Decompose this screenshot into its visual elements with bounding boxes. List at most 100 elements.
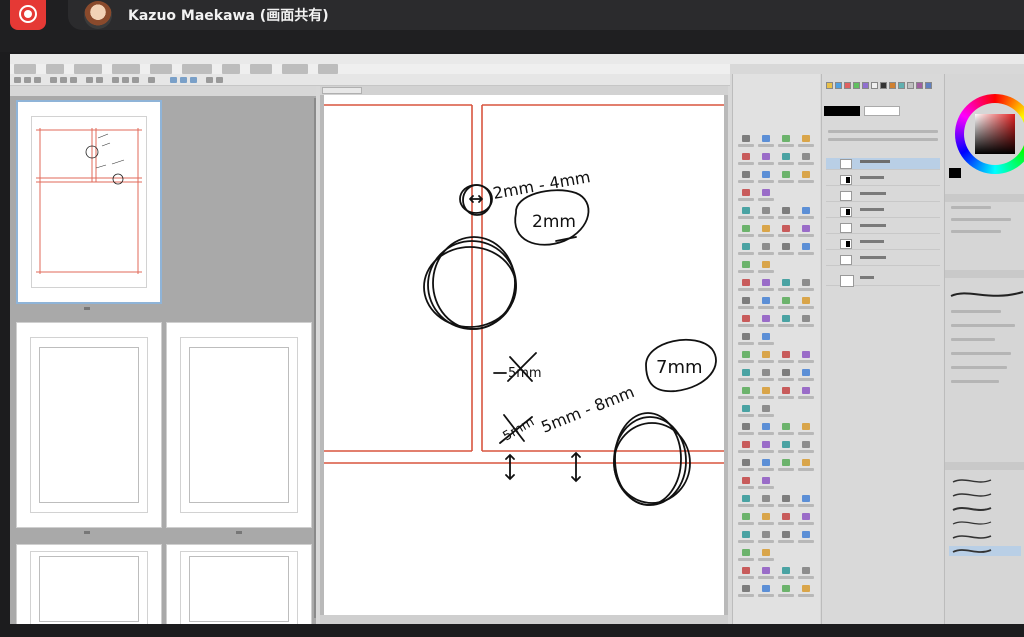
tool-button[interactable] bbox=[797, 440, 815, 456]
current-color-swatch[interactable] bbox=[949, 168, 961, 178]
tool-button[interactable] bbox=[777, 152, 795, 168]
tool-button[interactable] bbox=[757, 350, 775, 366]
tool-button[interactable] bbox=[777, 242, 795, 258]
tool-button[interactable] bbox=[777, 494, 795, 510]
layer-row[interactable] bbox=[826, 254, 940, 266]
toolbar-icon[interactable] bbox=[206, 77, 213, 83]
toolbar-icon[interactable] bbox=[14, 77, 21, 83]
toolbar-icon[interactable] bbox=[70, 77, 77, 83]
tool-button[interactable] bbox=[797, 530, 815, 546]
tool-button[interactable] bbox=[757, 224, 775, 240]
layer-row[interactable] bbox=[826, 222, 940, 234]
page-manager-scrollbar[interactable] bbox=[314, 98, 316, 618]
tool-button[interactable] bbox=[797, 422, 815, 438]
color-set-icon[interactable] bbox=[898, 82, 905, 89]
tool-button[interactable] bbox=[777, 368, 795, 384]
tool-button[interactable] bbox=[777, 512, 795, 528]
color-set-icon[interactable] bbox=[889, 82, 896, 89]
color-set-icon[interactable] bbox=[880, 82, 887, 89]
tool-button[interactable] bbox=[757, 368, 775, 384]
tool-button[interactable] bbox=[777, 350, 795, 366]
toolbar-icon[interactable] bbox=[86, 77, 93, 83]
tool-button[interactable] bbox=[757, 152, 775, 168]
toolbar-icon[interactable] bbox=[24, 77, 31, 83]
toolbar-icon[interactable] bbox=[112, 77, 119, 83]
menu-item[interactable] bbox=[112, 64, 140, 74]
color-set-icon[interactable] bbox=[925, 82, 932, 89]
tool-button[interactable] bbox=[737, 332, 755, 348]
menu-item[interactable] bbox=[74, 64, 102, 74]
tool-button[interactable] bbox=[797, 368, 815, 384]
tool-button[interactable] bbox=[757, 566, 775, 582]
menu-item[interactable] bbox=[222, 64, 240, 74]
tool-button[interactable] bbox=[737, 242, 755, 258]
tool-button[interactable] bbox=[757, 476, 775, 492]
property-row[interactable] bbox=[951, 206, 991, 209]
layer-row[interactable] bbox=[826, 274, 940, 287]
main-color-swatch[interactable] bbox=[824, 106, 860, 116]
tool-button[interactable] bbox=[737, 422, 755, 438]
layer-row[interactable] bbox=[826, 190, 940, 202]
tool-button[interactable] bbox=[737, 548, 755, 564]
tool-button[interactable] bbox=[757, 278, 775, 294]
layer-opacity-control[interactable] bbox=[828, 138, 938, 141]
tool-button[interactable] bbox=[737, 386, 755, 402]
toolbar-icon[interactable] bbox=[148, 77, 155, 83]
tool-button[interactable] bbox=[737, 584, 755, 600]
tool-button[interactable] bbox=[797, 584, 815, 600]
tool-button[interactable] bbox=[737, 170, 755, 186]
tool-button[interactable] bbox=[797, 350, 815, 366]
property-row[interactable] bbox=[951, 338, 995, 341]
tool-button[interactable] bbox=[777, 530, 795, 546]
page-thumbnail[interactable] bbox=[16, 100, 162, 304]
toolbar-icon[interactable] bbox=[216, 77, 223, 83]
saturation-square[interactable] bbox=[975, 114, 1015, 154]
tool-button[interactable] bbox=[797, 278, 815, 294]
page-manager-tab[interactable] bbox=[10, 86, 316, 96]
tool-button[interactable] bbox=[737, 350, 755, 366]
tool-button[interactable] bbox=[757, 134, 775, 150]
toolbar-icon[interactable] bbox=[50, 77, 57, 83]
page-thumbnail[interactable] bbox=[16, 322, 162, 528]
drawing-canvas[interactable]: 2mm - 4mm 2mm 5mm 5mm 5mm - 8mm 7mm bbox=[324, 95, 724, 615]
tool-button[interactable] bbox=[737, 152, 755, 168]
tool-button[interactable] bbox=[757, 422, 775, 438]
property-row[interactable] bbox=[951, 310, 1001, 313]
tool-button[interactable] bbox=[757, 242, 775, 258]
tool-button[interactable] bbox=[777, 584, 795, 600]
layer-blend-control[interactable] bbox=[828, 130, 938, 133]
tool-button[interactable] bbox=[777, 224, 795, 240]
property-row[interactable] bbox=[951, 230, 1001, 233]
tool-button[interactable] bbox=[777, 170, 795, 186]
layer-row[interactable] bbox=[826, 174, 940, 186]
tool-button[interactable] bbox=[737, 458, 755, 474]
canvas-tab[interactable] bbox=[322, 87, 362, 94]
toolbar-icon[interactable] bbox=[190, 77, 197, 83]
tool-button[interactable] bbox=[757, 332, 775, 348]
color-set-icon[interactable] bbox=[826, 82, 833, 89]
tool-button[interactable] bbox=[757, 440, 775, 456]
tool-button[interactable] bbox=[737, 296, 755, 312]
tool-button[interactable] bbox=[757, 386, 775, 402]
tool-button[interactable] bbox=[797, 494, 815, 510]
color-set-icon[interactable] bbox=[844, 82, 851, 89]
color-set-icon[interactable] bbox=[853, 82, 860, 89]
tool-button[interactable] bbox=[777, 314, 795, 330]
toolbar-icon[interactable] bbox=[34, 77, 41, 83]
tool-button[interactable] bbox=[777, 566, 795, 582]
menu-item[interactable] bbox=[150, 64, 172, 74]
tool-button[interactable] bbox=[777, 134, 795, 150]
tool-button[interactable] bbox=[737, 314, 755, 330]
tool-button[interactable] bbox=[797, 512, 815, 528]
layer-row[interactable] bbox=[826, 238, 940, 250]
color-set-icon[interactable] bbox=[907, 82, 914, 89]
tool-button[interactable] bbox=[737, 476, 755, 492]
property-row[interactable] bbox=[951, 352, 1011, 355]
tool-button[interactable] bbox=[757, 458, 775, 474]
tool-button[interactable] bbox=[797, 314, 815, 330]
tool-button[interactable] bbox=[777, 386, 795, 402]
tool-button[interactable] bbox=[797, 134, 815, 150]
tool-button[interactable] bbox=[777, 296, 795, 312]
tool-button[interactable] bbox=[777, 440, 795, 456]
property-row[interactable] bbox=[951, 366, 1007, 369]
